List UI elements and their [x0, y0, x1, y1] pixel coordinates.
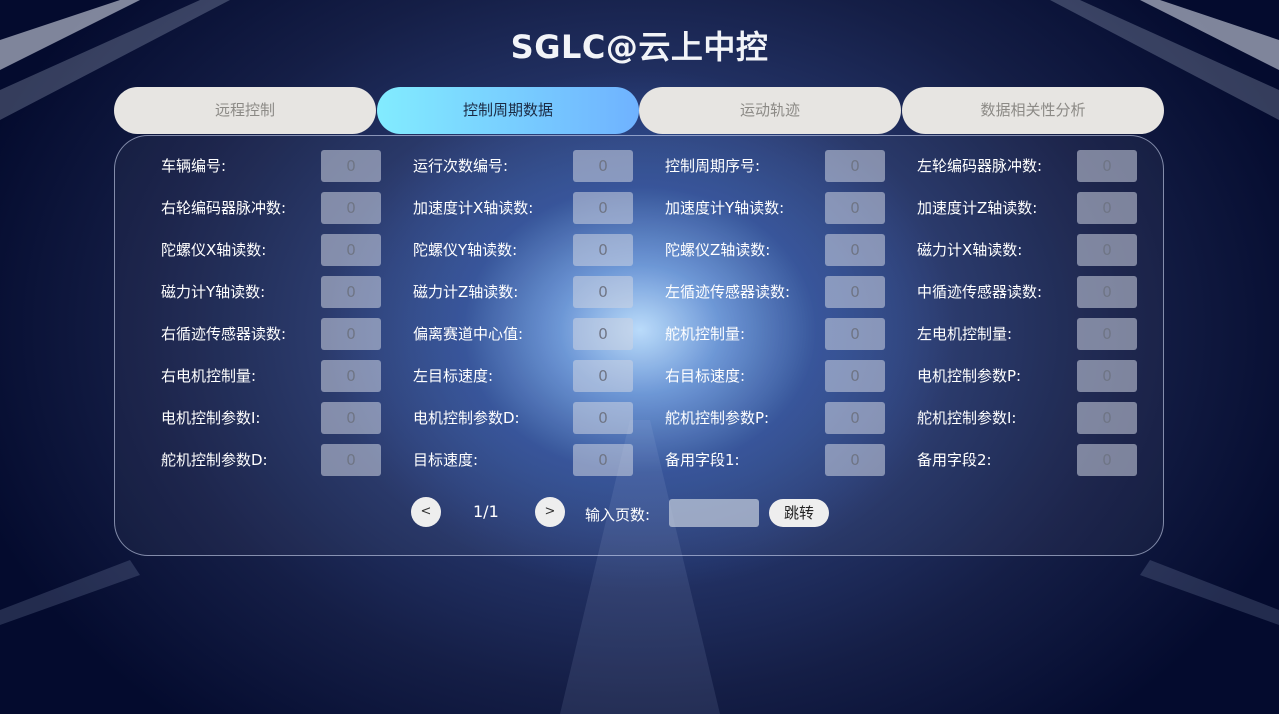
field-label: 磁力计Z轴读数: — [413, 283, 519, 301]
jump-button[interactable]: 跳转 — [769, 499, 829, 527]
field-value: 0 — [1077, 360, 1137, 392]
field-value: 0 — [825, 402, 885, 434]
field-value: 0 — [321, 150, 381, 182]
tab-control-cycle-data[interactable]: 控制周期数据 — [377, 87, 639, 134]
field-label: 舵机控制参数D: — [161, 451, 268, 469]
next-page-button[interactable]: > — [535, 497, 565, 527]
field-value: 0 — [573, 444, 633, 476]
field-label: 目标速度: — [413, 451, 479, 469]
field-label: 中循迹传感器读数: — [917, 283, 1043, 301]
field-label: 磁力计X轴读数: — [917, 241, 1023, 259]
field-value: 0 — [1077, 192, 1137, 224]
field-value: 0 — [573, 402, 633, 434]
field-label: 电机控制参数I: — [161, 409, 261, 427]
field-value: 0 — [1077, 234, 1137, 266]
field-value: 0 — [573, 360, 633, 392]
field-value: 0 — [321, 360, 381, 392]
tab-motion-trajectory[interactable]: 运动轨迹 — [639, 87, 901, 134]
field-label: 车辆编号: — [161, 157, 227, 175]
field-label: 左目标速度: — [413, 367, 494, 385]
field-value: 0 — [1077, 444, 1137, 476]
field-label: 舵机控制参数I: — [917, 409, 1017, 427]
field-value: 0 — [573, 150, 633, 182]
field-label: 右轮编码器脉冲数: — [161, 199, 287, 217]
field-label: 加速度计Y轴读数: — [665, 199, 785, 217]
field-value: 0 — [1077, 276, 1137, 308]
prev-page-button[interactable]: < — [411, 497, 441, 527]
field-label: 电机控制参数D: — [413, 409, 520, 427]
page-indicator: 1/1 — [473, 502, 499, 521]
field-value: 0 — [321, 234, 381, 266]
field-label: 舵机控制量: — [665, 325, 746, 343]
tab-data-correlation-analysis[interactable]: 数据相关性分析 — [902, 87, 1164, 134]
field-label: 左循迹传感器读数: — [665, 283, 791, 301]
field-label: 右目标速度: — [665, 367, 746, 385]
field-label: 备用字段1: — [665, 451, 740, 469]
field-label: 偏离赛道中心值: — [413, 325, 524, 343]
field-value: 0 — [825, 192, 885, 224]
field-label: 陀螺仪X轴读数: — [161, 241, 267, 259]
field-value: 0 — [573, 276, 633, 308]
field-value: 0 — [573, 234, 633, 266]
page-number-input[interactable] — [669, 499, 759, 527]
field-value: 0 — [573, 192, 633, 224]
field-value: 0 — [321, 318, 381, 350]
field-label: 右电机控制量: — [161, 367, 257, 385]
field-label: 左轮编码器脉冲数: — [917, 157, 1043, 175]
tab-remote-control[interactable]: 远程控制 — [114, 87, 376, 134]
field-label: 左电机控制量: — [917, 325, 1013, 343]
field-value: 0 — [321, 276, 381, 308]
field-label: 加速度计Z轴读数: — [917, 199, 1038, 217]
field-label: 右循迹传感器读数: — [161, 325, 287, 343]
page-title: SGLC@云上中控 — [510, 28, 769, 66]
field-value: 0 — [573, 318, 633, 350]
field-value: 0 — [321, 192, 381, 224]
field-label: 加速度计X轴读数: — [413, 199, 534, 217]
field-label: 陀螺仪Y轴读数: — [413, 241, 518, 259]
field-value: 0 — [321, 402, 381, 434]
field-label: 控制周期序号: — [665, 157, 761, 175]
field-label: 舵机控制参数P: — [665, 409, 770, 427]
field-value: 0 — [825, 234, 885, 266]
field-label: 陀螺仪Z轴读数: — [665, 241, 771, 259]
field-value: 0 — [321, 444, 381, 476]
field-value: 0 — [825, 318, 885, 350]
field-label: 备用字段2: — [917, 451, 992, 469]
field-value: 0 — [1077, 318, 1137, 350]
field-value: 0 — [825, 150, 885, 182]
field-value: 0 — [825, 444, 885, 476]
field-label: 运行次数编号: — [413, 157, 509, 175]
field-value: 0 — [825, 276, 885, 308]
field-value: 0 — [1077, 150, 1137, 182]
field-value: 0 — [1077, 402, 1137, 434]
tab-bar: 远程控制 控制周期数据 运动轨迹 数据相关性分析 — [114, 87, 1164, 135]
field-label: 磁力计Y轴读数: — [161, 283, 266, 301]
field-label: 电机控制参数P: — [917, 367, 1022, 385]
page-input-label: 输入页数: — [585, 506, 651, 524]
field-value: 0 — [825, 360, 885, 392]
